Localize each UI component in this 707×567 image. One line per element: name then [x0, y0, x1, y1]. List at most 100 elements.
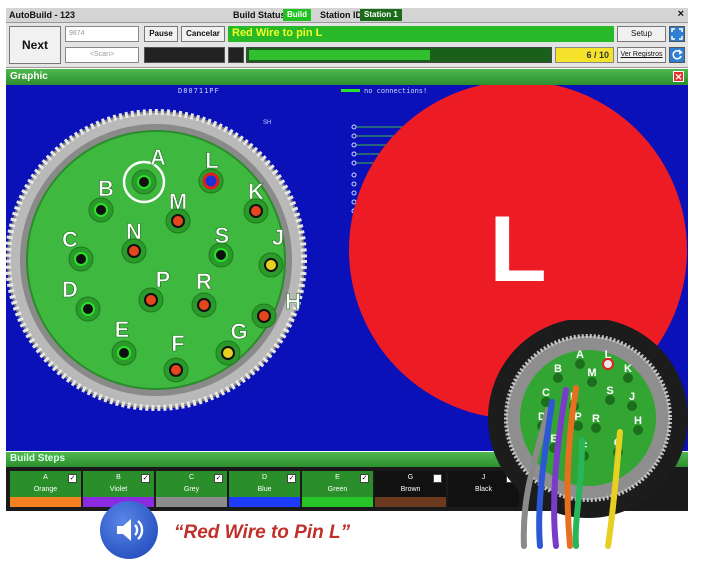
toolbar: Next 9874 <Scan> Pause Cancelar Red Wire…: [6, 23, 688, 68]
build-step-color-name: Grey: [183, 486, 200, 493]
connector-photo: ABCDEF GHJKLMNP RS: [488, 320, 688, 549]
close-graphic-icon[interactable]: ✕: [673, 71, 684, 82]
build-step-checkbox[interactable]: ✓: [360, 474, 369, 483]
pin-l-label: L: [205, 148, 218, 173]
photo-pin-h: H: [633, 415, 643, 435]
svg-text:L: L: [605, 349, 612, 361]
build-step-swatch: [10, 497, 81, 507]
pin-b-label: B: [98, 176, 114, 201]
pin-d-label: D: [62, 277, 78, 302]
photo-pin-m: M: [587, 367, 597, 387]
graphic-panel-title: Graphic: [10, 71, 48, 82]
status-indicator: [144, 47, 225, 63]
schematic-node: [351, 124, 357, 130]
close-window-button[interactable]: ×: [678, 8, 684, 20]
speaker-icon: [117, 519, 144, 541]
refresh-icon[interactable]: [669, 47, 685, 63]
photo-pin-a: A: [575, 349, 585, 369]
pin-m-label: M: [169, 189, 187, 214]
app-title: AutoBuild - 123: [9, 10, 76, 20]
pin-m[interactable]: M: [165, 189, 191, 234]
audio-prompt-text: “Red Wire to Pin L”: [174, 522, 351, 543]
build-step-e[interactable]: E Green ✓: [302, 471, 373, 507]
build-step-checkbox[interactable]: ✓: [287, 474, 296, 483]
pin-j-contact: [264, 258, 278, 272]
pin-e-label: E: [115, 317, 130, 342]
pin-h-contact: [257, 309, 271, 323]
title-bar: AutoBuild - 123 Build Status: Build Stat…: [6, 8, 688, 23]
next-button[interactable]: Next: [9, 26, 61, 64]
setup-button[interactable]: Setup: [617, 26, 666, 42]
station-id-badge: Station 1: [360, 9, 402, 21]
fullscreen-icon[interactable]: [669, 26, 685, 42]
pin-n-contact: [127, 244, 141, 258]
cancel-button[interactable]: Cancelar: [181, 26, 225, 42]
pin-f-label: F: [171, 331, 184, 356]
photo-pin-s: S: [605, 385, 615, 405]
ver-registros-button[interactable]: Ver Registros: [617, 47, 666, 63]
current-pin-letter: L: [489, 196, 547, 301]
pin-f-contact: [169, 363, 183, 377]
photo-pin-k: K: [623, 363, 633, 383]
pin-h-label: H: [285, 289, 301, 314]
build-status-label: Build Status:: [233, 10, 289, 20]
photo-pin-b: B: [553, 363, 563, 383]
pin-l-contact: [202, 172, 220, 190]
pin-g-contact: [221, 346, 235, 360]
build-step-color-name: Blue: [257, 486, 272, 493]
svg-text:A: A: [576, 349, 584, 361]
schematic-node: [351, 160, 357, 166]
build-step-swatch: [229, 497, 300, 507]
svg-text:H: H: [634, 415, 642, 427]
pin-r-contact: [197, 298, 211, 312]
work-order-field[interactable]: 9874: [65, 26, 139, 42]
build-step-b[interactable]: B Violet ✓: [83, 471, 154, 507]
pin-p-contact: [144, 293, 158, 307]
pin-e-contact: [117, 346, 131, 360]
svg-text:S: S: [606, 385, 613, 397]
pin-b-contact: [94, 203, 108, 217]
pin-c-contact: [74, 252, 88, 266]
build-step-swatch: [302, 497, 373, 507]
progress-fill: [249, 50, 431, 60]
build-step-swatch: [375, 497, 446, 507]
build-step-checkbox[interactable]: ✓: [68, 474, 77, 483]
build-status-badge: Build: [283, 9, 311, 21]
build-step-checkbox[interactable]: [433, 474, 442, 483]
status-square: [228, 47, 244, 63]
station-id-label: Station ID:: [320, 10, 365, 20]
pin-r-label: R: [196, 269, 212, 294]
schematic-node: [351, 172, 357, 178]
build-step-color-name: Green: [327, 486, 348, 493]
build-step-c[interactable]: C Grey ✓: [156, 471, 227, 507]
graphic-panel-header: Graphic ✕: [6, 69, 688, 85]
schematic-node: [351, 151, 357, 157]
pause-button[interactable]: Pause: [144, 26, 178, 42]
pin-g-label: G: [230, 319, 247, 344]
pin-k-contact: [249, 204, 263, 218]
pin-a-label: A: [150, 145, 166, 170]
svg-text:K: K: [624, 363, 632, 375]
pin-k-label: K: [248, 179, 264, 204]
svg-text:B: B: [554, 363, 562, 375]
schematic-node: [351, 142, 357, 148]
pin-d-contact: [81, 302, 95, 316]
build-step-g[interactable]: G Brown: [375, 471, 446, 507]
pin-n-label: N: [126, 219, 142, 244]
schematic-node: [351, 133, 357, 139]
build-step-d[interactable]: D Blue ✓: [229, 471, 300, 507]
schematic-node: [351, 181, 357, 187]
build-step-checkbox[interactable]: ✓: [214, 474, 223, 483]
progress-bar: [246, 47, 552, 63]
build-step-swatch: [156, 497, 227, 507]
pin-a-contact: [137, 175, 151, 189]
pin-p-label: P: [156, 267, 171, 292]
svg-text:J: J: [629, 391, 635, 403]
svg-text:R: R: [592, 413, 600, 425]
svg-text:C: C: [542, 387, 550, 399]
scan-input[interactable]: <Scan>: [65, 47, 139, 63]
pin-s-label: S: [215, 223, 230, 248]
build-step-checkbox[interactable]: ✓: [141, 474, 150, 483]
build-step-a[interactable]: A Orange ✓: [10, 471, 81, 507]
pin-s-contact: [214, 248, 228, 262]
